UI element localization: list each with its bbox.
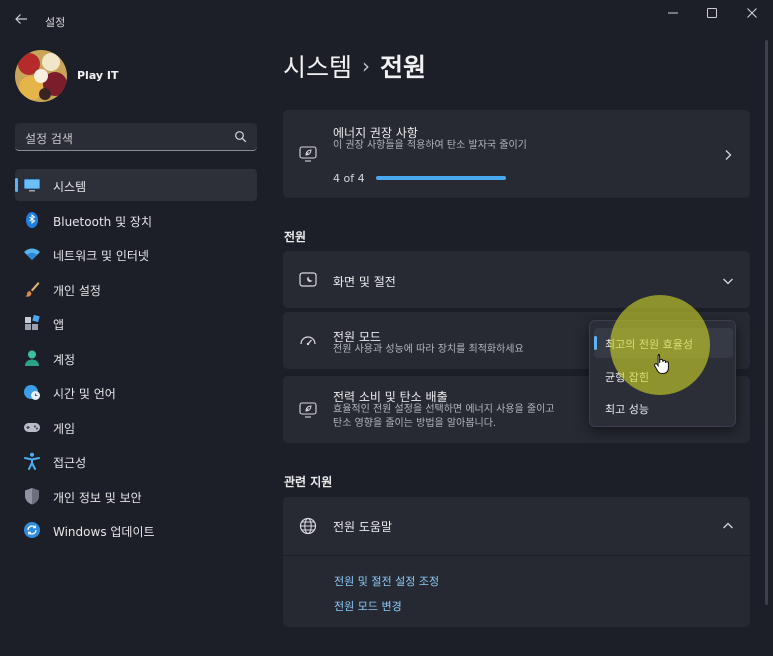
progress-text: 4 of 4 (333, 172, 365, 185)
sidebar-item-network[interactable]: 네트워크 및 인터넷 (15, 238, 257, 270)
progress-fill (376, 176, 506, 180)
sidebar-item-label: 접근성 (53, 456, 87, 470)
power-help-title: 전원 도움말 (333, 520, 393, 534)
power-gauge-icon (298, 331, 318, 351)
option-label: 균형 잡힌 (605, 371, 649, 384)
power-help-links: 전원 및 절전 설정 조정 전원 모드 변경 (283, 555, 750, 627)
chevron-right-icon (721, 147, 735, 161)
sidebar-item-gaming[interactable]: 게임 (15, 411, 257, 443)
sidebar-item-bluetooth[interactable]: Bluetooth 및 장치 (15, 204, 257, 236)
sidebar-item-accessibility[interactable]: 접근성 (15, 445, 257, 477)
progress-bar (376, 176, 506, 180)
screen-sleep-title: 화면 및 절전 (333, 275, 396, 289)
sidebar-item-time-language[interactable]: 시간 및 언어 (15, 376, 257, 408)
breadcrumb-separator: › (362, 54, 371, 78)
page-title: 전원 (380, 53, 427, 82)
hand-pointer-icon (653, 353, 671, 375)
search-input[interactable]: 설정 검색 (15, 123, 257, 151)
leaf-icon (298, 144, 318, 164)
gamepad-icon (23, 418, 41, 436)
chevron-down-icon (721, 273, 735, 287)
leaf-icon (298, 400, 318, 420)
app-title: 설정 (45, 16, 66, 29)
apps-icon (23, 314, 41, 332)
chevron-up-icon (721, 518, 735, 532)
maximize-icon[interactable] (700, 6, 724, 24)
monitor-icon (23, 176, 41, 194)
option-label: 최고 성능 (605, 403, 649, 416)
breadcrumb-parent[interactable]: 시스템 (283, 53, 352, 82)
sidebar-item-apps[interactable]: 앱 (15, 307, 257, 339)
accessibility-icon (23, 452, 41, 470)
sidebar-item-label: 게임 (53, 421, 76, 436)
avatar (15, 50, 67, 102)
sidebar-item-personalization[interactable]: 개인 설정 (15, 273, 257, 305)
power-mode-subtitle: 전원 사용과 성능에 따라 장치를 최적화하세요 (333, 344, 524, 355)
back-arrow-icon[interactable] (12, 12, 30, 30)
help-link-power-sleep-settings[interactable]: 전원 및 절전 설정 조정 (334, 573, 439, 589)
sidebar-item-label: 네트워크 및 인터넷 (53, 249, 149, 263)
sidebar-item-label: 개인 설정 (53, 283, 101, 298)
energy-card-subtitle: 이 권장 사항들을 적용하여 탄소 발자국 줄이기 (333, 140, 527, 151)
sidebar-item-privacy[interactable]: 개인 정보 및 보안 (15, 480, 257, 512)
sidebar-item-windows-update[interactable]: Windows 업데이트 (15, 514, 257, 546)
sidebar-item-label: 계정 (53, 352, 76, 367)
sidebar-item-system[interactable]: 시스템 (15, 169, 257, 201)
person-icon (23, 349, 41, 367)
bluetooth-icon (23, 211, 41, 229)
sidebar-item-label: 시스템 (53, 180, 87, 194)
sidebar-item-label: 개인 정보 및 보안 (53, 490, 142, 505)
power-consumption-subtitle-line1: 효율적인 전원 설정을 선택하면 에너지 사용을 줄이고 (333, 404, 555, 415)
section-title-power: 전원 (284, 230, 307, 244)
sidebar-item-label: Windows 업데이트 (53, 525, 155, 539)
search-icon[interactable] (234, 129, 248, 143)
sidebar-item-accounts[interactable]: 계정 (15, 342, 257, 374)
sidebar-item-label: 시간 및 언어 (53, 387, 116, 401)
scrollbar[interactable] (765, 40, 768, 605)
power-help-card[interactable]: 전원 도움말 (283, 497, 750, 555)
help-link-change-power-mode[interactable]: 전원 모드 변경 (334, 598, 402, 614)
paintbrush-icon (23, 280, 41, 298)
globe-clock-icon (23, 383, 41, 401)
close-icon[interactable] (740, 6, 764, 24)
shield-icon (23, 487, 41, 505)
search-placeholder: 설정 검색 (25, 132, 73, 146)
minimize-icon[interactable] (661, 6, 685, 24)
power-mode-option-best-performance[interactable]: 최고 성능 (594, 393, 733, 423)
wifi-icon (23, 245, 41, 263)
section-title-related: 관련 지원 (284, 475, 333, 489)
screen-sleep-icon (298, 270, 318, 290)
sidebar-item-label: Bluetooth 및 장치 (53, 214, 153, 229)
title-bar: 설정 (0, 0, 773, 40)
breadcrumb: 시스템 › 전원 (283, 48, 426, 84)
option-label: 최고의 전원 효율성 (605, 338, 693, 351)
globe-icon (298, 516, 318, 536)
energy-recommendations-card[interactable]: 에너지 권장 사항 이 권장 사항들을 적용하여 탄소 발자국 줄이기 4 of… (283, 110, 750, 198)
sidebar-nav: 시스템 Bluetooth 및 장치 네트워크 및 인터넷 개인 설정 앱 계정 (15, 169, 257, 549)
update-icon (23, 521, 41, 539)
profile-name: Play IT (77, 69, 119, 82)
sidebar-item-label: 앱 (53, 318, 65, 332)
screen-sleep-card[interactable]: 화면 및 절전 (283, 251, 750, 308)
power-consumption-subtitle-line2: 탄소 영향을 줄이는 방법을 알아봅니다. (333, 418, 497, 429)
